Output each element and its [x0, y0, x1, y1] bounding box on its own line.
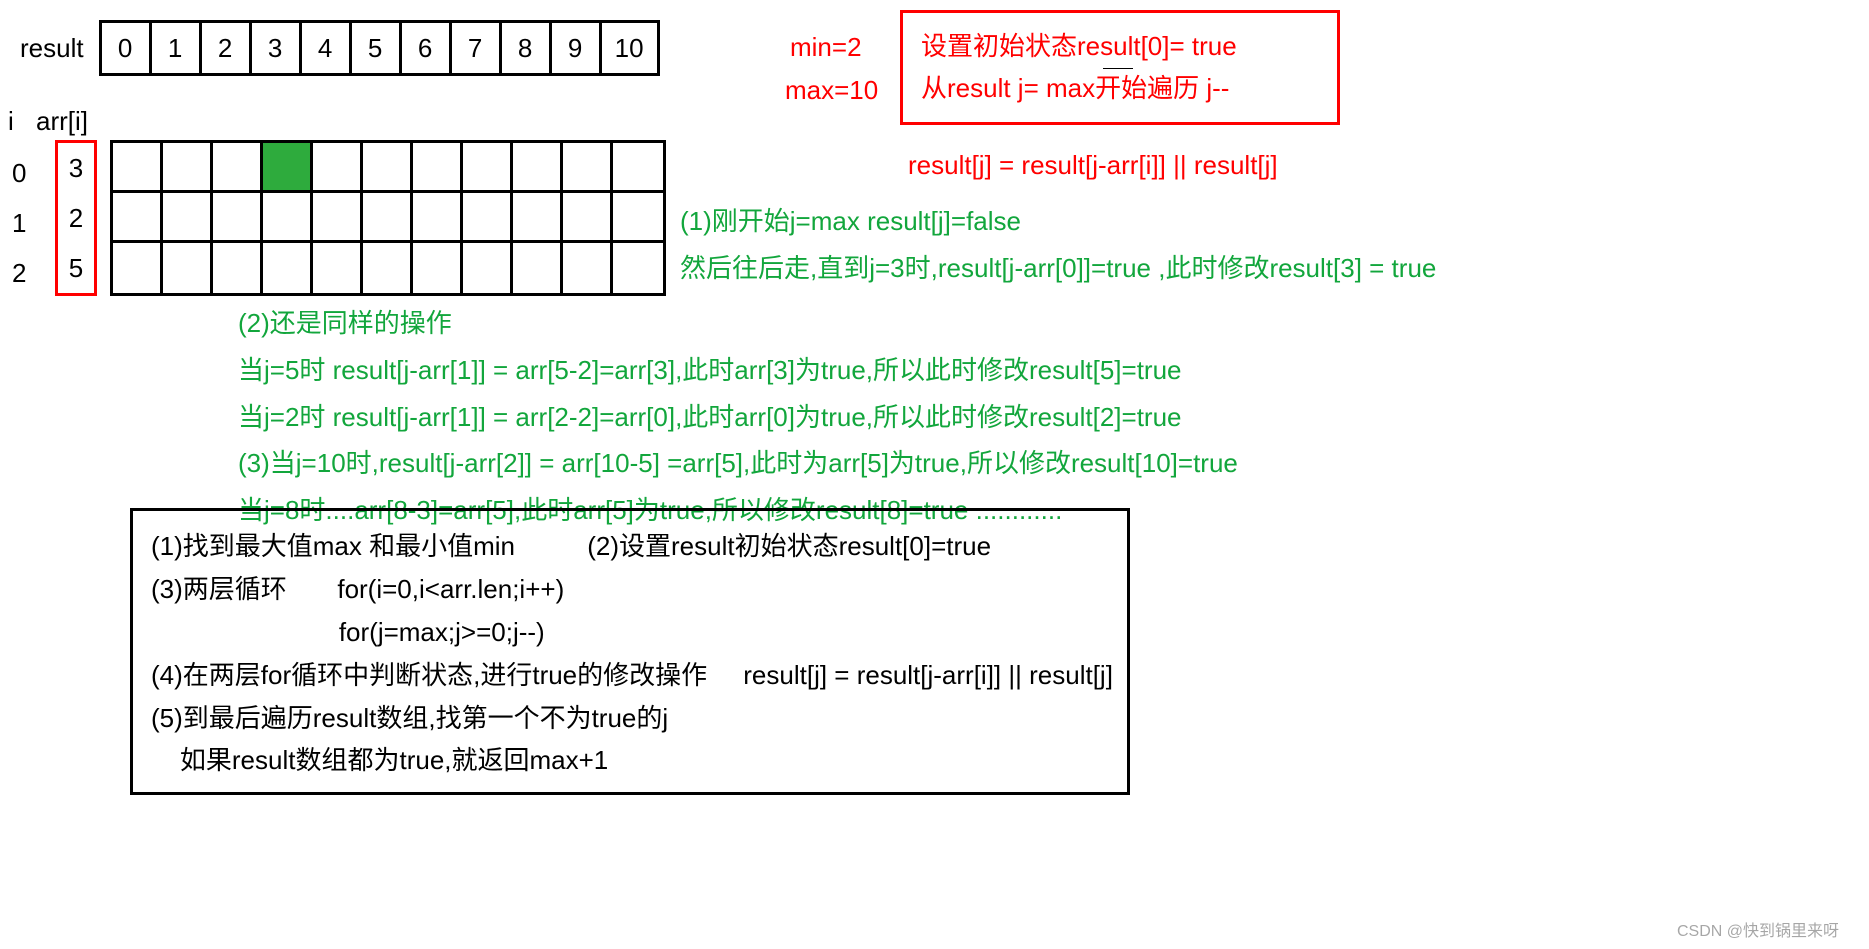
- arr-values-column: 325: [55, 140, 97, 296]
- result-cell: 4: [302, 23, 352, 73]
- grid-row: [113, 143, 663, 193]
- grid-cell: [413, 243, 463, 293]
- arr-value-cell: 3: [58, 143, 94, 193]
- green2-line3: 当j=2时 result[j-arr[1]] = arr[2-2]=arr[0]…: [238, 394, 1238, 441]
- grid-cell: [213, 193, 263, 243]
- grid-cell: [313, 143, 363, 193]
- result-cell: 3: [252, 23, 302, 73]
- summary-line-5: (5)到最后遍历result数组,找第一个不为true的j: [151, 697, 1109, 740]
- grid-cell: [563, 193, 613, 243]
- row-index: 0: [12, 148, 26, 198]
- grid-cell: [463, 243, 513, 293]
- green1-line2: 然后往后走,直到j=3时,result[j-arr[0]]=true ,此时修改…: [680, 245, 1436, 292]
- result-cell: 0: [102, 23, 152, 73]
- result-cell: 7: [452, 23, 502, 73]
- result-cell: 6: [402, 23, 452, 73]
- explanation-block-1: (1)刚开始j=max result[j]=false 然后往后走,直到j=3时…: [680, 198, 1436, 292]
- grid-cell: [513, 143, 563, 193]
- grid-cell: [363, 143, 413, 193]
- grid-cell: [563, 143, 613, 193]
- grid-cell: [113, 143, 163, 193]
- result-label: result: [20, 33, 84, 64]
- max-text: max=10: [785, 75, 878, 106]
- result-cell: 1: [152, 23, 202, 73]
- summary-line-4: (4)在两层for循环中判断状态,进行true的修改操作 result[j] =…: [151, 654, 1109, 697]
- grid-cell: [513, 243, 563, 293]
- grid-cell: [613, 193, 663, 243]
- summary-line-2: (3)两层循环 for(i=0,i<arr.len;i++): [151, 568, 1109, 611]
- dp-grid: [110, 140, 666, 296]
- result-cell: 2: [202, 23, 252, 73]
- grid-row: [113, 243, 663, 293]
- arr-value-cell: 2: [58, 193, 94, 243]
- grid-cell: [313, 243, 363, 293]
- red-box-line-2: 从result j= max开始遍历 j--: [921, 68, 1319, 110]
- initial-state-box: 设置初始状态result[0]= true 从result j= max开始遍历…: [900, 10, 1340, 125]
- dp-formula: result[j] = result[j-arr[i]] || result[j…: [908, 150, 1278, 181]
- grid-cell: [563, 243, 613, 293]
- grid-cell: [113, 193, 163, 243]
- arri-header-label: arr[i]: [36, 106, 88, 137]
- grid-cell: [613, 143, 663, 193]
- grid-cell: [613, 243, 663, 293]
- green2-line2: 当j=5时 result[j-arr[1]] = arr[5-2]=arr[3]…: [238, 347, 1238, 394]
- grid-cell: [413, 143, 463, 193]
- result-cells-container: 012345678910: [99, 20, 660, 76]
- grid-cell: [163, 193, 213, 243]
- explanation-block-2: (2)还是同样的操作 当j=5时 result[j-arr[1]] = arr[…: [238, 300, 1238, 534]
- summary-line-1: (1)找到最大值max 和最小值min (2)设置result初始状态resul…: [151, 525, 1109, 568]
- grid-cell: [463, 193, 513, 243]
- result-cell: 10: [602, 23, 657, 73]
- result-cell: 5: [352, 23, 402, 73]
- summary-line-3: for(j=max;j>=0;j--): [151, 611, 1109, 654]
- green2-line4: (3)当j=10时,result[j-arr[2]] = arr[10-5] =…: [238, 440, 1238, 487]
- grid-cell: [313, 193, 363, 243]
- grid-cell: [163, 143, 213, 193]
- dash-mark: [1103, 68, 1133, 69]
- algorithm-summary-box: (1)找到最大值max 和最小值min (2)设置result初始状态resul…: [130, 508, 1130, 795]
- grid-cell: [513, 193, 563, 243]
- row-index: 1: [12, 198, 26, 248]
- green1-line1: (1)刚开始j=max result[j]=false: [680, 198, 1436, 245]
- i-header-label: i: [8, 106, 14, 137]
- min-text: min=2: [790, 32, 862, 63]
- grid-cell: [263, 243, 313, 293]
- grid-row: [113, 193, 663, 243]
- grid-cell: [413, 193, 463, 243]
- grid-cell: [213, 243, 263, 293]
- red-box-line-1: 设置初始状态result[0]= true: [921, 26, 1319, 68]
- grid-cell: [363, 193, 413, 243]
- grid-cell: [263, 193, 313, 243]
- arr-value-cell: 5: [58, 243, 94, 293]
- result-cell: 8: [502, 23, 552, 73]
- row-indices-column: 012: [12, 148, 26, 298]
- grid-cell: [363, 243, 413, 293]
- grid-cell: [213, 143, 263, 193]
- green2-line1: (2)还是同样的操作: [238, 300, 1238, 347]
- result-cell: 9: [552, 23, 602, 73]
- summary-line-6: 如果result数组都为true,就返回max+1: [151, 739, 1109, 782]
- result-array-row: result 012345678910: [20, 20, 660, 76]
- grid-cell: [163, 243, 213, 293]
- grid-cell: [463, 143, 513, 193]
- grid-cell: [113, 243, 163, 293]
- row-index: 2: [12, 248, 26, 298]
- grid-cell: [263, 143, 313, 193]
- watermark-text: CSDN @快到锅里来呀: [1677, 917, 1839, 941]
